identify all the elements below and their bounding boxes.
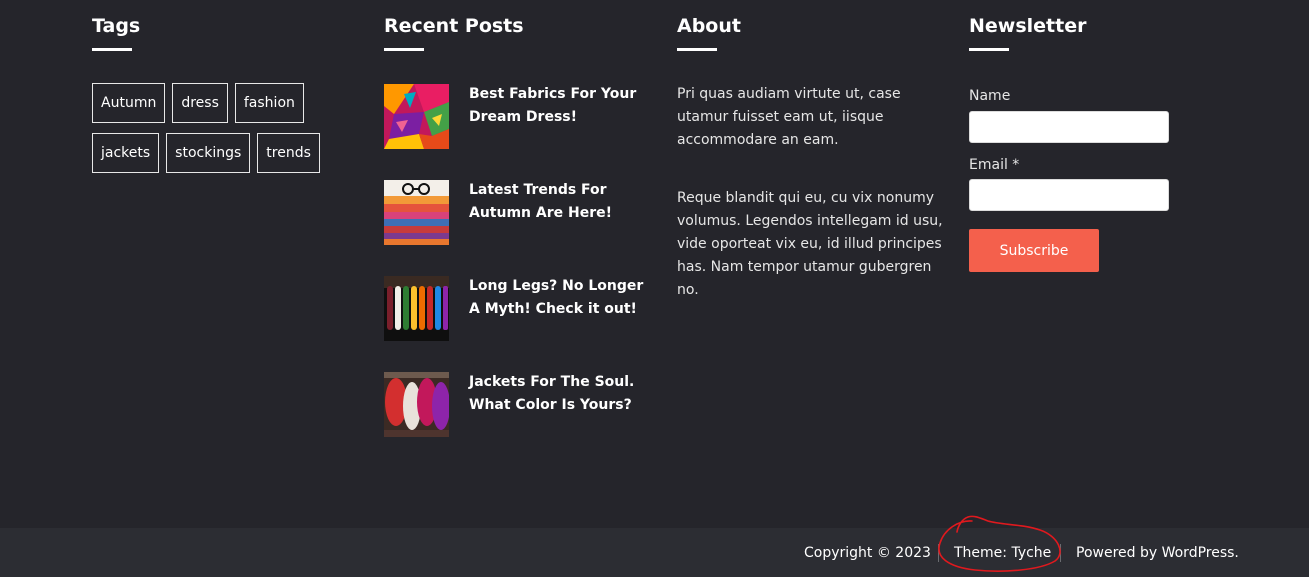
footer-widgets: Tags Autumn dress fashion jackets stocki… [0,0,1309,528]
title-underline [384,48,424,51]
title-underline [92,48,132,51]
tag-link-trends[interactable]: trends [257,133,320,173]
recent-posts-title: Recent Posts [384,15,524,37]
about-paragraph: Reque blandit qui eu, cu vix nonumy volu… [677,190,943,298]
divider [938,544,939,562]
recent-posts-widget: Recent Posts Best Fabrics For Your Dream… [384,0,654,437]
newsletter-title: Newsletter [969,15,1087,37]
name-label: Name [969,88,1011,104]
recent-post-title-link[interactable]: Jackets For The Soul. What Color Is Your… [469,371,649,417]
copyright-text: Copyright © 2023 [804,545,931,561]
title-underline [969,48,1009,51]
tag-link-dress[interactable]: dress [172,83,228,123]
subscribe-button[interactable]: Subscribe [969,229,1099,272]
about-paragraph: Pri quas audiam virtute ut, case utamur … [677,86,901,148]
tag-cloud: Autumn dress fashion jackets stockings t… [92,83,342,173]
recent-post-title-link[interactable]: Long Legs? No Longer A Myth! Check it ou… [469,275,649,321]
recent-post-item: Jackets For The Soul. What Color Is Your… [384,372,654,438]
name-field[interactable] [969,111,1169,143]
recent-post-item: Best Fabrics For Your Dream Dress! [384,84,654,150]
colored-stockings-image[interactable] [384,276,449,341]
tag-link-jackets[interactable]: jackets [92,133,160,173]
email-field[interactable] [969,179,1169,211]
recent-post-item: Long Legs? No Longer A Myth! Check it ou… [384,276,654,342]
about-title: About [677,15,741,37]
site-info-bar: Copyright © 2023 Theme: Tyche Powered by… [0,528,1309,577]
tags-widget: Tags Autumn dress fashion jackets stocki… [92,0,352,173]
powered-by-link[interactable]: Powered by WordPress. [1076,544,1239,562]
tag-link-fashion[interactable]: fashion [234,83,304,123]
title-underline [677,48,717,51]
recent-post-title-link[interactable]: Best Fabrics For Your Dream Dress! [469,83,649,129]
jackets-rack-image[interactable] [384,372,449,437]
colorful-fabrics-image[interactable] [384,84,449,149]
recent-post-title-link[interactable]: Latest Trends For Autumn Are Here! [469,179,649,225]
recent-post-item: Latest Trends For Autumn Are Here! [384,180,654,246]
newsletter-widget: Newsletter Name Email * Subscribe [969,0,1189,300]
tag-link-stockings[interactable]: stockings [166,133,251,173]
tag-link-autumn[interactable]: Autumn [92,83,166,123]
tags-title: Tags [92,15,141,37]
theme-link[interactable]: Theme: Tyche [954,544,1051,562]
email-label: Email * [969,157,1020,173]
divider [1060,544,1061,562]
about-widget: About Pri quas audiam virtute ut, case u… [677,0,947,302]
folded-sweaters-glasses-image[interactable] [384,180,449,245]
